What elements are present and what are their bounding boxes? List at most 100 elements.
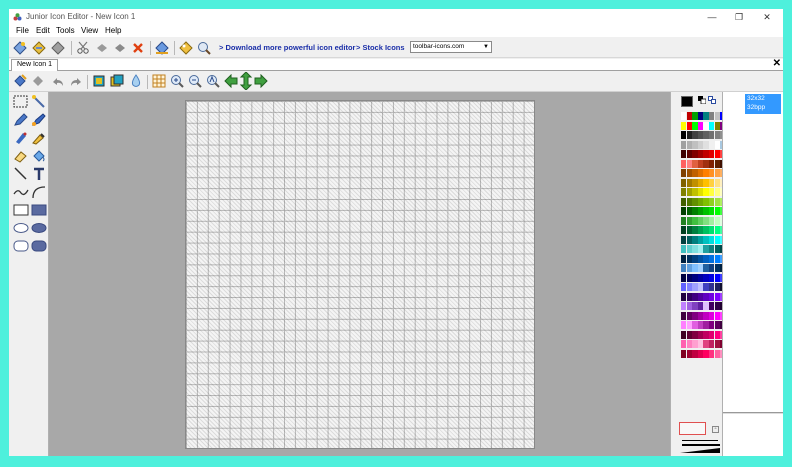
color-swatch[interactable]	[692, 207, 698, 215]
color-swatch[interactable]	[709, 292, 715, 301]
color-swatch[interactable]	[686, 150, 692, 158]
color-swatch[interactable]	[697, 330, 704, 339]
color-swatch[interactable]	[714, 131, 720, 139]
color-swatch[interactable]	[697, 283, 704, 291]
color-swatch[interactable]	[709, 216, 715, 225]
color-swatch[interactable]	[703, 302, 709, 310]
color-swatch[interactable]	[703, 340, 709, 348]
color-swatch[interactable]	[681, 216, 687, 225]
transparency-drop-icon[interactable]	[129, 74, 143, 88]
color-swatch[interactable]	[714, 321, 720, 329]
image-format-item[interactable]: 32x32 32bpp	[745, 94, 781, 114]
color-swatch[interactable]	[714, 121, 720, 130]
menu-tools[interactable]: Tools	[56, 26, 75, 35]
color-swatch[interactable]	[709, 273, 715, 282]
color-swatch[interactable]	[714, 169, 720, 177]
save-icon[interactable]	[51, 41, 65, 55]
color-swatch[interactable]	[709, 302, 715, 310]
color-swatch[interactable]	[714, 188, 720, 196]
color-swatch[interactable]	[714, 283, 720, 291]
color-swatch[interactable]	[681, 150, 687, 158]
color-swatch[interactable]	[709, 197, 715, 206]
line-tool-icon[interactable]	[13, 167, 29, 181]
color-swatch[interactable]	[703, 264, 709, 272]
color-swatch[interactable]	[703, 330, 709, 339]
line-width-1[interactable]	[682, 440, 718, 441]
paste-icon[interactable]	[113, 41, 127, 55]
color-swatch[interactable]	[714, 254, 720, 263]
transparent-color-box[interactable]: ▫	[712, 426, 719, 433]
color-swatch[interactable]	[714, 216, 720, 225]
color-swatch[interactable]	[714, 330, 720, 339]
stock-icons-link[interactable]: > Stock Icons	[356, 43, 405, 52]
color-swatch[interactable]	[692, 188, 698, 196]
open-icon[interactable]	[32, 41, 46, 55]
icon-frames-icon[interactable]	[110, 74, 124, 88]
color-swatch[interactable]	[681, 197, 687, 206]
color-swatch[interactable]	[714, 311, 720, 320]
delete-icon[interactable]	[131, 41, 145, 55]
color-swatch[interactable]	[714, 112, 720, 120]
color-swatch[interactable]	[692, 283, 698, 291]
color-swatch[interactable]	[714, 226, 720, 234]
color-swatch[interactable]	[692, 302, 698, 310]
color-swatch[interactable]	[686, 302, 692, 310]
color-swatch[interactable]	[681, 349, 687, 358]
color-swatch[interactable]	[692, 245, 698, 253]
color-swatch[interactable]	[697, 226, 704, 234]
color-swatch[interactable]	[692, 140, 698, 149]
color-swatch[interactable]	[681, 235, 687, 244]
menu-view[interactable]: View	[81, 26, 98, 35]
undo-icon[interactable]	[51, 74, 65, 88]
color-swatch[interactable]	[686, 188, 692, 196]
color-swatch[interactable]	[697, 121, 704, 130]
color-swatch[interactable]	[709, 207, 715, 215]
move-arrows-icon[interactable]	[239, 72, 253, 90]
color-swatch[interactable]	[709, 311, 715, 320]
color-swatch[interactable]	[703, 311, 709, 320]
cut-icon[interactable]	[76, 41, 90, 55]
color-swatch[interactable]	[703, 178, 709, 187]
color-swatch[interactable]	[697, 112, 704, 120]
line-width-2[interactable]	[682, 444, 720, 446]
color-swatch[interactable]	[686, 245, 692, 253]
color-swatch[interactable]	[703, 159, 709, 168]
color-swatch[interactable]	[692, 254, 698, 263]
color-swatch[interactable]	[703, 140, 709, 149]
color-swatch[interactable]	[686, 169, 692, 177]
color-swatch[interactable]	[681, 330, 687, 339]
color-swatch[interactable]	[697, 150, 704, 158]
color-swatch[interactable]	[681, 273, 687, 282]
color-swatch[interactable]	[703, 150, 709, 158]
color-swatch[interactable]	[697, 235, 704, 244]
color-swatch[interactable]	[709, 330, 715, 339]
color-picker-icon[interactable]	[31, 131, 47, 145]
color-swatch[interactable]	[697, 169, 704, 177]
filled-rounded-rect-tool-icon[interactable]	[31, 239, 47, 253]
foreground-color-swatch[interactable]	[681, 96, 693, 107]
color-swatch[interactable]	[703, 188, 709, 196]
fill-color-icon[interactable]	[155, 41, 169, 55]
color-swatch[interactable]	[681, 112, 687, 120]
color-swatch[interactable]	[686, 330, 692, 339]
color-swatch[interactable]	[692, 226, 698, 234]
color-swatch[interactable]	[681, 283, 687, 291]
brush-icon[interactable]	[31, 113, 47, 127]
rounded-rect-tool-icon[interactable]	[13, 239, 29, 253]
color-swatch[interactable]	[692, 159, 698, 168]
color-swatch[interactable]	[692, 264, 698, 272]
maximize-button[interactable]: ❐	[729, 11, 749, 23]
magic-wand-icon[interactable]	[31, 95, 47, 109]
color-swatch[interactable]	[703, 169, 709, 177]
color-swatch[interactable]	[697, 340, 704, 348]
color-swatch[interactable]	[714, 349, 720, 358]
text-tool-icon[interactable]	[31, 167, 47, 181]
close-window-button[interactable]: ✕	[757, 11, 777, 23]
color-swatch[interactable]	[681, 207, 687, 215]
default-colors-icon[interactable]	[708, 96, 716, 104]
color-swatch[interactable]	[714, 150, 720, 158]
color-swatch[interactable]	[681, 169, 687, 177]
color-swatch[interactable]	[681, 254, 687, 263]
color-swatch[interactable]	[703, 349, 709, 358]
color-swatch[interactable]	[686, 131, 692, 139]
